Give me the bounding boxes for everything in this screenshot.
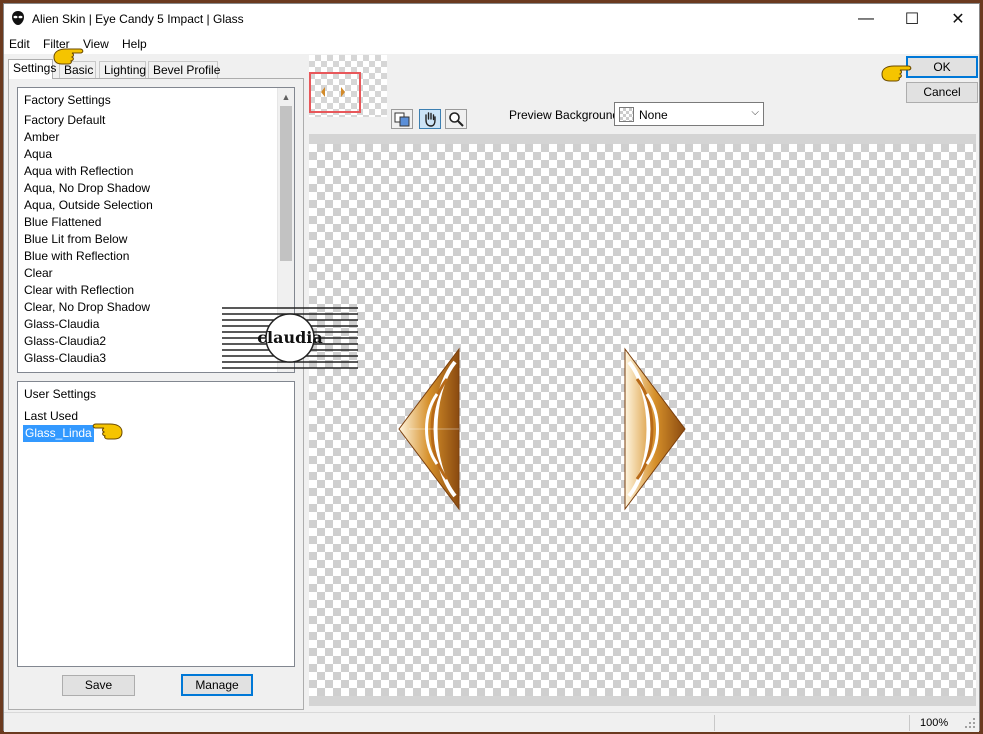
- preset-amber[interactable]: Amber: [24, 129, 59, 146]
- title-bar: Alien Skin | Eye Candy 5 Impact | Glass …: [4, 4, 979, 34]
- preset-aqua[interactable]: Aqua: [24, 146, 52, 163]
- preset-aqua-outside-selection[interactable]: Aqua, Outside Selection: [24, 197, 153, 214]
- status-bar: 100%: [4, 712, 979, 732]
- cancel-button[interactable]: Cancel: [906, 82, 978, 103]
- left-glass-shape: [398, 347, 460, 511]
- pointing-hand-icon: [881, 65, 912, 82]
- scroll-thumb[interactable]: [280, 106, 292, 261]
- right-glass-shape: [624, 347, 686, 511]
- preset-blue-flattened[interactable]: Blue Flattened: [24, 214, 101, 231]
- tab-bevel-profile[interactable]: Bevel Profile: [148, 61, 220, 79]
- watermark-logo: claudia: [222, 304, 358, 377]
- scroll-up-arrow-icon[interactable]: ▲: [278, 88, 294, 105]
- navigator-viewport-frame[interactable]: [309, 72, 361, 113]
- tab-lighting[interactable]: Lighting: [99, 61, 146, 79]
- preset-glass-claudia2[interactable]: Glass-Claudia2: [24, 333, 106, 350]
- preset-glass-linda[interactable]: Glass_Linda: [23, 425, 94, 442]
- striped-watermark: claudia: [222, 307, 358, 369]
- preview-canvas[interactable]: [309, 144, 976, 696]
- maximize-icon: ☐: [904, 11, 920, 28]
- maximize-button[interactable]: ☐: [889, 4, 935, 34]
- transparent-swatch-icon: [619, 107, 634, 122]
- manage-button[interactable]: Manage: [181, 674, 253, 696]
- preset-clear-no-drop-shadow[interactable]: Clear, No Drop Shadow: [24, 299, 150, 316]
- preview-background-value: None: [639, 108, 668, 122]
- menu-edit[interactable]: Edit: [9, 37, 30, 51]
- close-icon: ✕: [951, 11, 965, 28]
- user-settings-header: User Settings: [24, 387, 97, 401]
- before-after-icon: [394, 112, 410, 127]
- watermark-text: claudia: [257, 328, 322, 347]
- status-separator: [714, 715, 715, 731]
- chevron-down-icon: ⌵: [751, 107, 759, 118]
- preview-background-select[interactable]: None ⌵: [614, 102, 764, 126]
- preset-clear-with-reflection[interactable]: Clear with Reflection: [24, 282, 134, 299]
- preset-aqua-no-drop-shadow[interactable]: Aqua, No Drop Shadow: [24, 180, 150, 197]
- preset-last-used[interactable]: Last Used: [24, 408, 78, 425]
- user-settings-list[interactable]: User Settings Last Used Glass_Linda: [17, 381, 295, 667]
- minimize-button[interactable]: —: [843, 4, 889, 34]
- menu-bar: Edit Filter View Help: [4, 34, 979, 54]
- tab-settings[interactable]: Settings: [8, 59, 56, 79]
- ok-button[interactable]: OK: [906, 56, 978, 78]
- preset-factory-default[interactable]: Factory Default: [24, 112, 105, 129]
- preset-blue-with-reflection[interactable]: Blue with Reflection: [24, 248, 129, 265]
- navigator-preview-icon: [321, 87, 345, 97]
- preset-glass-claudia[interactable]: Glass-Claudia: [24, 316, 99, 333]
- preset-blue-lit-from-below[interactable]: Blue Lit from Below: [24, 231, 127, 248]
- pointing-hand-icon: [53, 48, 84, 65]
- zoom-level: 100%: [920, 717, 949, 729]
- status-separator: [909, 715, 910, 731]
- menu-view[interactable]: View: [83, 37, 109, 51]
- minimize-icon: —: [858, 10, 874, 27]
- preset-aqua-with-reflection[interactable]: Aqua with Reflection: [24, 163, 133, 180]
- preset-glass-claudia3[interactable]: Glass-Claudia3: [24, 350, 106, 367]
- hand-icon: [425, 112, 436, 127]
- window-title: Alien Skin | Eye Candy 5 Impact | Glass: [32, 12, 244, 26]
- preview-toggle-button[interactable]: [391, 109, 413, 129]
- eye-candy-window: Alien Skin | Eye Candy 5 Impact | Glass …: [3, 3, 980, 732]
- alien-skin-app-icon: [12, 11, 24, 25]
- zoom-tool-button[interactable]: [445, 109, 467, 129]
- factory-settings-header: Factory Settings: [24, 93, 111, 107]
- resize-grip-icon[interactable]: [964, 717, 976, 729]
- save-button[interactable]: Save: [62, 675, 135, 696]
- magnifier-icon: [449, 112, 464, 127]
- close-button[interactable]: ✕: [935, 4, 981, 34]
- settings-panel: Factory Settings Factory Default Amber A…: [8, 78, 304, 710]
- preset-clear[interactable]: Clear: [24, 265, 53, 282]
- pointing-hand-icon: [92, 423, 123, 440]
- menu-help[interactable]: Help: [122, 37, 147, 51]
- glass-effect-preview: [398, 347, 686, 511]
- preview-background-label: Preview Background:: [509, 108, 623, 122]
- preview-area[interactable]: [309, 134, 976, 706]
- hand-tool-button[interactable]: [419, 109, 441, 129]
